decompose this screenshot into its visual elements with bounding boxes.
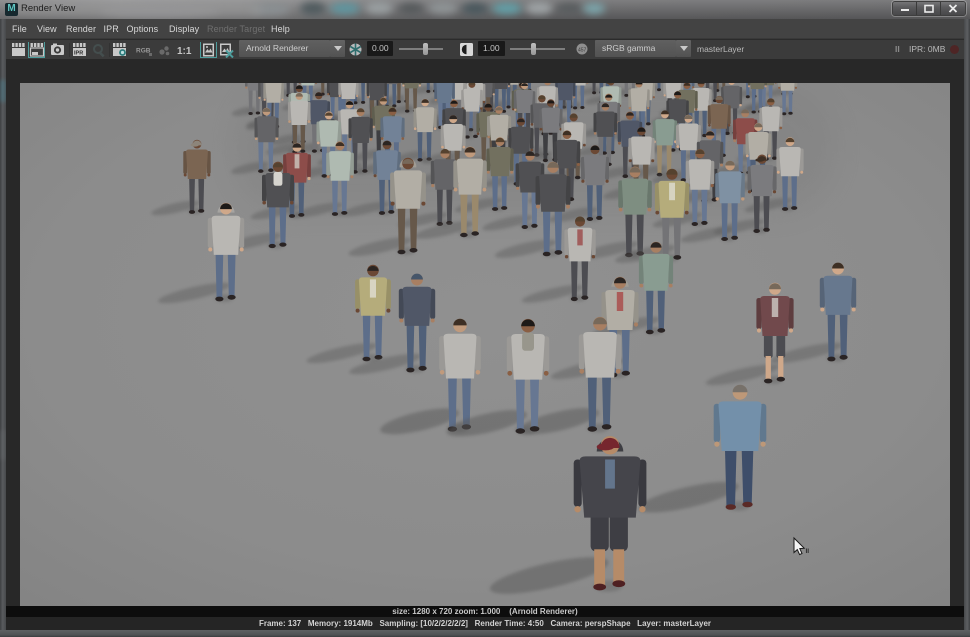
svg-text:II: II [806,548,810,555]
svg-text:1:1: 1:1 [177,46,192,57]
svg-text:457: 457 [578,48,587,54]
svg-text:RGB: RGB [136,48,151,55]
svg-text:IPR: IPR [74,51,83,57]
